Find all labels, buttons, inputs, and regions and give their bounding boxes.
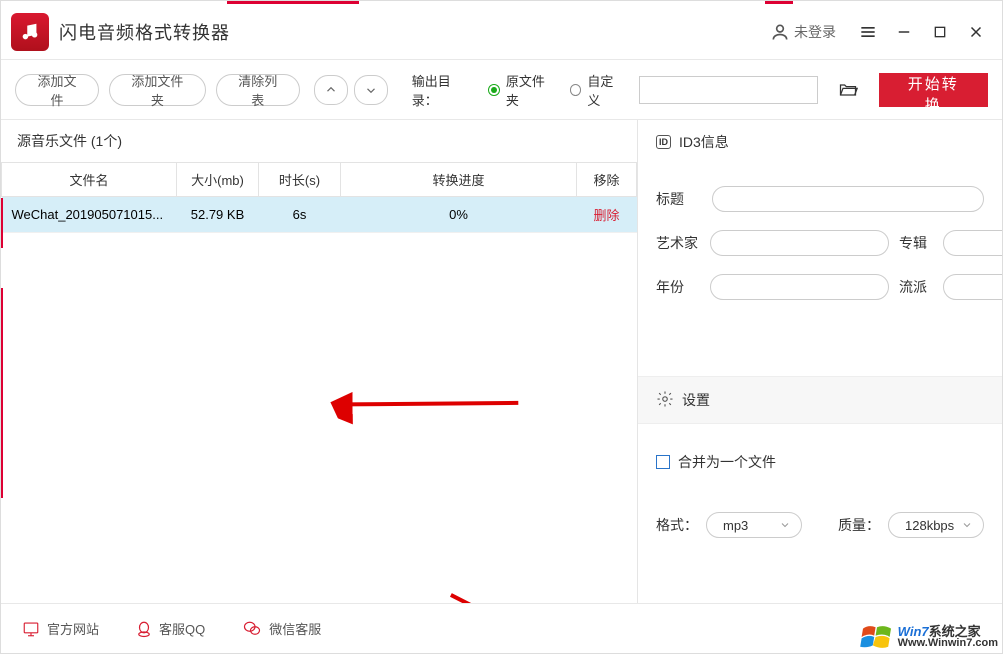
browse-folder-button[interactable] xyxy=(834,76,863,104)
cell-size: 52.79 KB xyxy=(177,197,259,233)
maximize-button[interactable] xyxy=(926,18,954,46)
year-input[interactable] xyxy=(710,274,889,300)
col-progress: 转换进度 xyxy=(341,163,577,197)
wechat-support-link[interactable]: 微信客服 xyxy=(241,619,321,638)
col-duration: 时长(s) xyxy=(259,163,341,197)
album-input[interactable] xyxy=(943,230,1002,256)
windows-logo-icon xyxy=(860,623,894,651)
artist-input[interactable] xyxy=(710,230,889,256)
app-title: 闪电音频格式转换器 xyxy=(59,19,230,45)
clear-list-button[interactable]: 清除列表 xyxy=(216,74,300,106)
annotation-arrow-icon xyxy=(330,326,531,484)
checkbox-icon xyxy=(656,455,670,469)
format-select[interactable]: mp3 xyxy=(706,512,802,538)
official-site-link[interactable]: 官方网站 xyxy=(21,619,99,638)
radio-dot-icon xyxy=(570,84,582,96)
id3-title: ID3信息 xyxy=(679,132,729,152)
genre-input[interactable] xyxy=(943,274,1002,300)
qq-support-label: 客服QQ xyxy=(159,619,205,638)
cell-duration: 6s xyxy=(259,197,341,233)
col-remove: 移除 xyxy=(577,163,637,197)
col-size: 大小(mb) xyxy=(177,163,259,197)
add-file-button[interactable]: 添加文件 xyxy=(15,74,99,106)
quality-value: 128kbps xyxy=(905,518,954,533)
output-custom-label: 自定义 xyxy=(587,71,624,109)
output-source-label: 原文件夹 xyxy=(506,71,556,109)
watermark: Win7系统之家 Www.Winwin7.com xyxy=(860,623,998,651)
table-row[interactable]: WeChat_201905071015... 52.79 KB 6s 0% 删除 xyxy=(2,197,637,233)
output-custom-radio[interactable]: 自定义 xyxy=(570,71,625,109)
year-label: 年份 xyxy=(656,277,702,297)
gear-icon xyxy=(656,390,674,411)
cell-progress: 0% xyxy=(341,197,577,233)
wechat-support-label: 微信客服 xyxy=(269,619,321,638)
id-icon: ID xyxy=(656,135,671,149)
annotation-arrow-icon xyxy=(426,583,657,603)
menu-button[interactable] xyxy=(854,18,882,46)
id3-section-header: ID ID3信息 xyxy=(638,120,1002,164)
login-label: 未登录 xyxy=(794,22,836,42)
artist-label: 艺术家 xyxy=(656,233,702,253)
official-site-label: 官方网站 xyxy=(47,619,99,638)
add-folder-button[interactable]: 添加文件夹 xyxy=(109,74,206,106)
title-label: 标题 xyxy=(656,189,702,209)
merge-label: 合并为一个文件 xyxy=(678,452,776,472)
move-down-button[interactable] xyxy=(354,75,388,105)
close-button[interactable] xyxy=(962,18,990,46)
output-dir-label: 输出目录： xyxy=(412,71,475,109)
login-button[interactable]: 未登录 xyxy=(770,22,836,42)
delete-row-button[interactable]: 删除 xyxy=(593,208,619,223)
col-filename: 文件名 xyxy=(2,163,177,197)
merge-checkbox[interactable]: 合并为一个文件 xyxy=(638,452,1002,472)
format-value: mp3 xyxy=(723,518,748,533)
output-source-radio[interactable]: 原文件夹 xyxy=(488,71,555,109)
output-path-input[interactable] xyxy=(639,76,818,104)
settings-title: 设置 xyxy=(682,390,710,410)
format-label: 格式： xyxy=(656,515,698,535)
quality-label: 质量： xyxy=(838,515,880,535)
genre-label: 流派 xyxy=(899,277,935,297)
move-up-button[interactable] xyxy=(314,75,348,105)
source-files-header: 源音乐文件 (1个) xyxy=(1,120,637,162)
cell-filename: WeChat_201905071015... xyxy=(2,197,177,233)
quality-select[interactable]: 128kbps xyxy=(888,512,984,538)
settings-section-header: 设置 xyxy=(638,376,1002,424)
radio-dot-icon xyxy=(488,84,500,96)
app-logo-icon xyxy=(11,13,49,51)
album-label: 专辑 xyxy=(899,233,935,253)
start-convert-button[interactable]: 开始转换 xyxy=(879,73,988,107)
qq-support-link[interactable]: 客服QQ xyxy=(135,619,205,639)
title-input[interactable] xyxy=(712,186,984,212)
minimize-button[interactable] xyxy=(890,18,918,46)
